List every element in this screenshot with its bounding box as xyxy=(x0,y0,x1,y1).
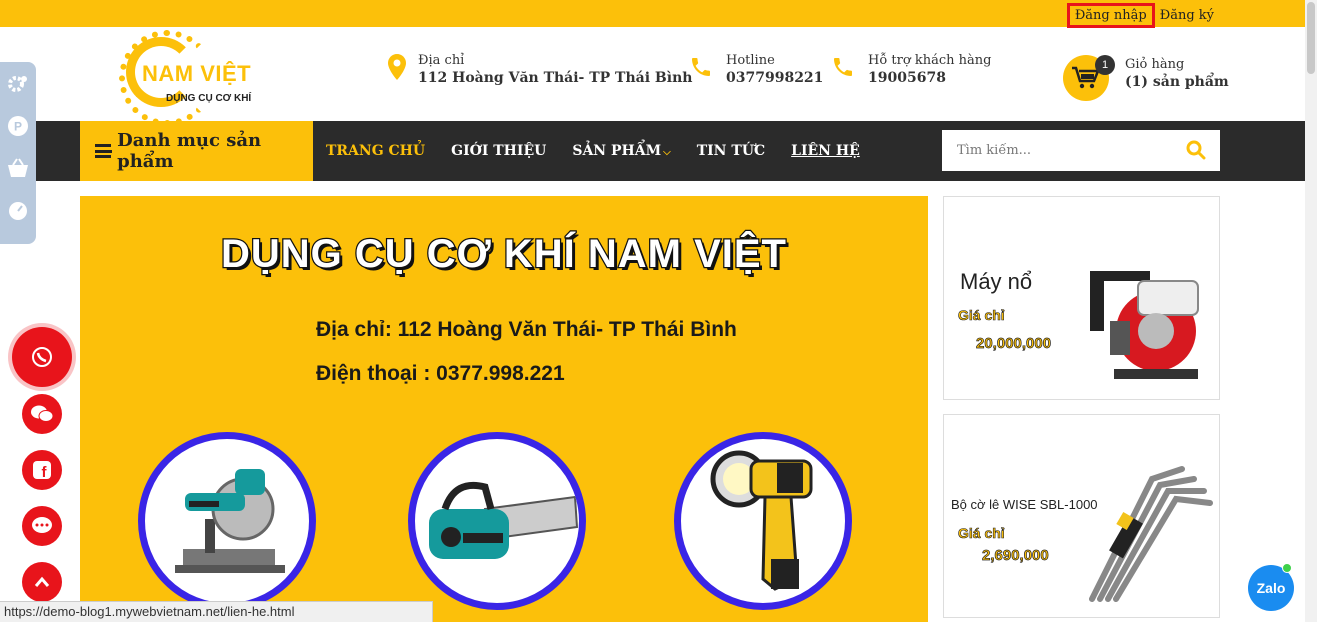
cart-count-badge: 1 xyxy=(1095,55,1115,75)
chat-icon xyxy=(32,517,52,533)
wechat-icon xyxy=(31,405,54,422)
ad-price-label: Giá chỉ xyxy=(958,307,1005,324)
facebook-button[interactable]: f xyxy=(22,450,62,490)
nav-item-products-label: SẢN PHẨM xyxy=(572,143,662,159)
nav-item-home[interactable]: TRANG CHỦ xyxy=(326,143,425,159)
zalo-label: Zalo xyxy=(1256,580,1286,596)
logo-name: NAM VIỆT xyxy=(140,61,254,87)
address-value: 112 Hoàng Văn Thái- TP Thái Bình xyxy=(418,70,693,86)
support-block: Hỗ trợ khách hàng 19005678 xyxy=(828,53,991,86)
hamburger-icon xyxy=(95,144,113,158)
ad-price-label: Giá chỉ xyxy=(958,525,1005,542)
main-menu: TRANG CHỦ GIỚI THIỆU SẢN PHẨM ⌵ TIN TỨC L… xyxy=(326,121,886,181)
logo-tagline: DỤNG CỤ CƠ KHÍ xyxy=(166,93,252,104)
back-to-top-button[interactable] xyxy=(22,562,62,602)
category-menu-label: Danh mục sản phẩm xyxy=(117,130,262,172)
chevron-down-icon: ⌵ xyxy=(663,147,671,158)
search-box xyxy=(942,130,1220,171)
hotline-block: Hotline 0377998221 xyxy=(686,53,823,86)
hero-banner[interactable]: DỤNG CỤ CƠ KHÍ NAM VIỆT Địa chỉ: 112 Hoà… xyxy=(80,196,928,622)
side-ad-wrench-set[interactable]: Bộ cờ lê WISE SBL-1000 Giá chỉ 2,690,000 xyxy=(943,414,1220,618)
cart-value: (1) sản phẩm xyxy=(1125,74,1229,90)
header: NAM VIỆT DỤNG CỤ CƠ KHÍ Địa chỉ 112 Hoàn… xyxy=(0,27,1305,126)
side-ad-engine[interactable]: Máy nổ Giá chỉ 20,000,000 xyxy=(943,196,1220,400)
whatsapp-button[interactable] xyxy=(12,327,72,387)
top-bar: Đăng nhập Đăng ký xyxy=(0,0,1305,28)
cart-icon[interactable]: 1 xyxy=(1063,55,1115,101)
ad-product-name: Máy nổ xyxy=(960,269,1033,294)
nav-item-contact[interactable]: LIÊN HỆ xyxy=(791,143,860,159)
search-input[interactable] xyxy=(942,143,1172,158)
support-value[interactable]: 19005678 xyxy=(868,70,991,86)
wechat-button[interactable] xyxy=(22,394,62,434)
hotline-label: Hotline xyxy=(726,53,775,68)
product-image-work-light xyxy=(674,432,852,610)
product-image-chainsaw xyxy=(408,432,586,610)
address-label: Địa chỉ xyxy=(418,53,465,68)
product-image-hex-keys xyxy=(1089,466,1213,602)
ad-price: 2,690,000 xyxy=(982,547,1049,565)
nav-item-products[interactable]: SẢN PHẨM ⌵ xyxy=(572,143,670,159)
banner-phone: Điện thoại : 0377.998.221 xyxy=(316,362,565,385)
support-label: Hỗ trợ khách hàng xyxy=(868,53,992,68)
dashboard-icon[interactable] xyxy=(6,196,30,224)
facebook-icon: f xyxy=(33,461,51,480)
p-icon[interactable]: P xyxy=(6,112,30,140)
basket-icon[interactable] xyxy=(6,154,30,182)
left-toolbar: P xyxy=(0,62,36,244)
phone-icon xyxy=(686,53,716,81)
login-link[interactable]: Đăng nhập xyxy=(1066,3,1155,28)
whatsapp-icon xyxy=(32,347,52,367)
nav-item-about[interactable]: GIỚI THIỆU xyxy=(451,143,546,159)
map-pin-icon xyxy=(386,53,408,81)
category-menu-button[interactable]: Danh mục sản phẩm xyxy=(80,121,313,181)
ad-price: 20,000,000 xyxy=(976,335,1052,353)
address-block: Địa chỉ 112 Hoàng Văn Thái- TP Thái Bình xyxy=(386,53,692,86)
zalo-chat-button[interactable]: Zalo xyxy=(1248,563,1294,611)
search-icon[interactable] xyxy=(1186,140,1206,160)
page-scrollbar[interactable] xyxy=(1305,0,1317,622)
cart[interactable]: 1 Giỏ hàng (1) sản phẩm xyxy=(1063,55,1229,101)
logo[interactable]: NAM VIỆT DỤNG CỤ CƠ KHÍ xyxy=(119,30,266,126)
product-image-engine xyxy=(1090,271,1199,379)
online-status-dot xyxy=(1282,563,1292,573)
chat-button[interactable] xyxy=(22,506,62,546)
status-bar-url: https://demo-blog1.mywebvietnam.net/lien… xyxy=(0,601,433,622)
banner-address: Địa chỉ: 112 Hoàng Văn Thái- TP Thái Bìn… xyxy=(316,318,737,341)
product-image-miter-saw xyxy=(138,432,316,610)
scrollbar-thumb[interactable] xyxy=(1307,2,1315,74)
gear-icon[interactable] xyxy=(6,70,30,98)
nav-item-news[interactable]: TIN TỨC xyxy=(697,143,765,159)
cart-label: Giỏ hàng xyxy=(1125,57,1185,72)
banner-title: DỤNG CỤ CƠ KHÍ NAM VIỆT xyxy=(220,231,788,278)
hotline-value[interactable]: 0377998221 xyxy=(726,70,823,86)
chevron-up-icon xyxy=(34,576,50,587)
svg-text:P: P xyxy=(14,120,22,134)
phone-icon xyxy=(828,53,858,81)
